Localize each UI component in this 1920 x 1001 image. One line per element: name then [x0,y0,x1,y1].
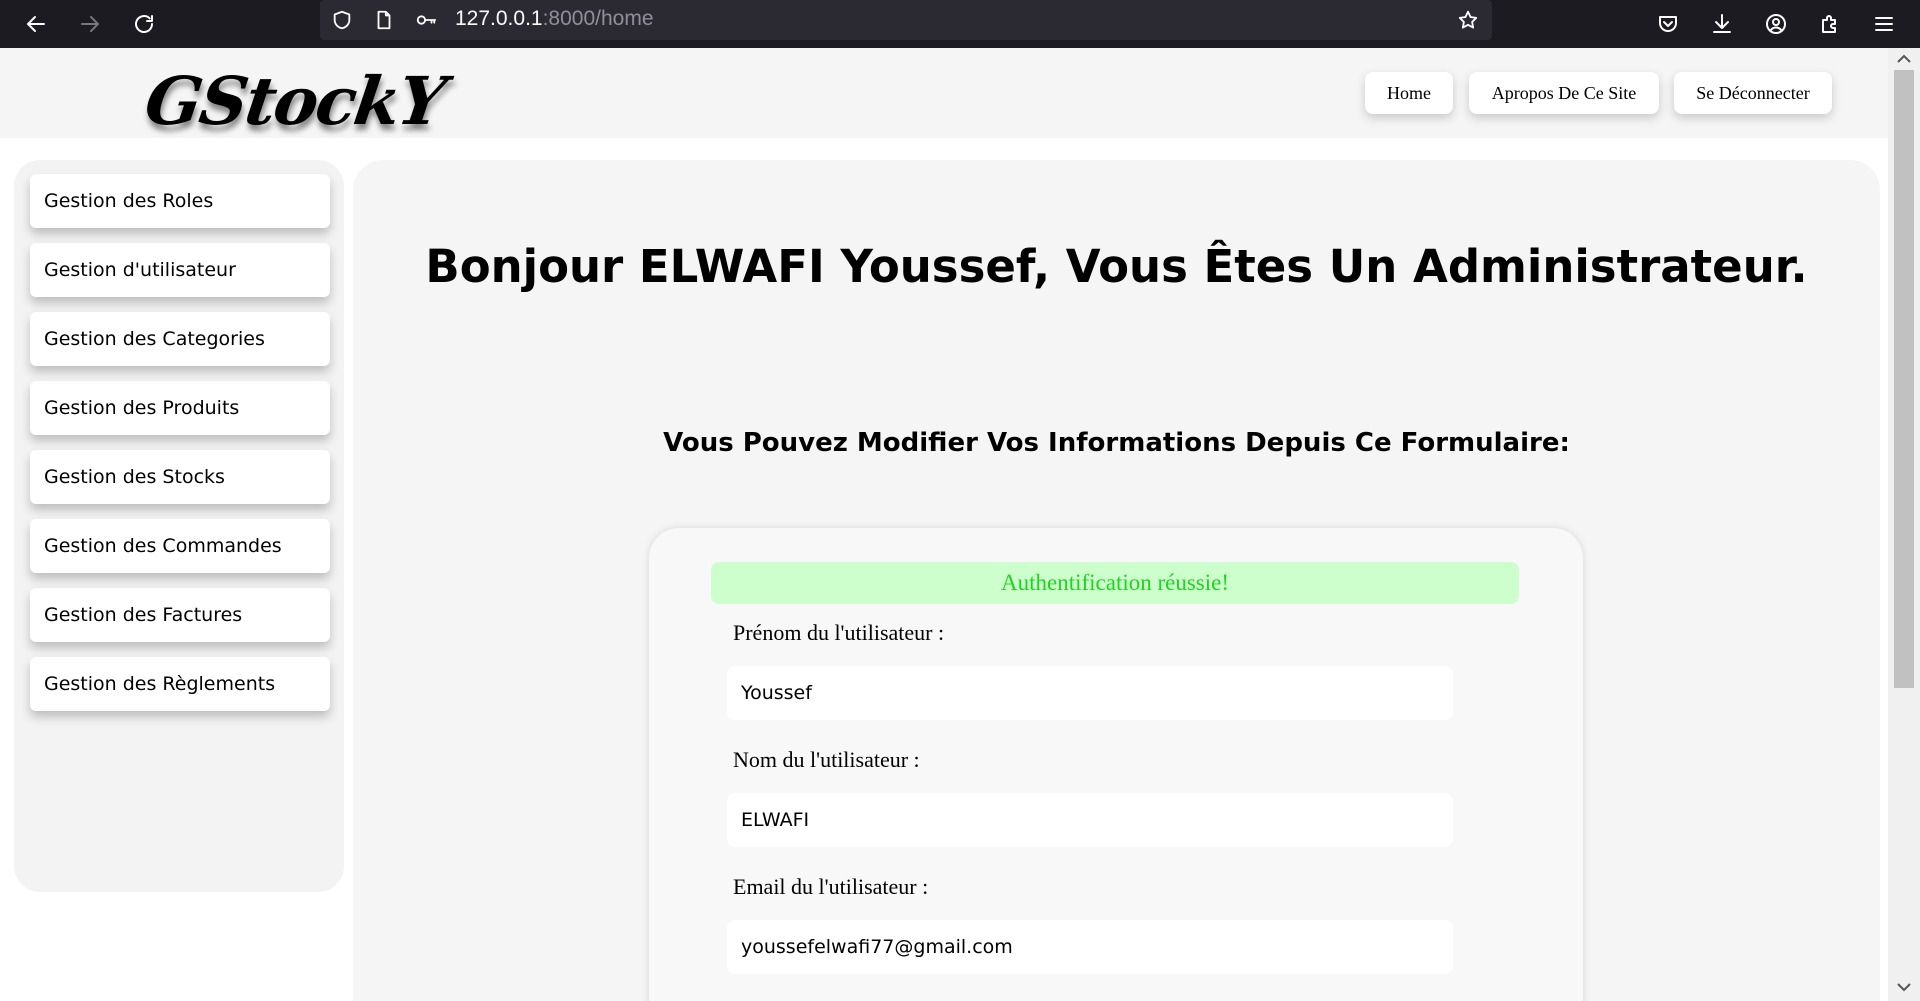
sidebar-item-invoices[interactable]: Gestion des Factures [30,588,330,642]
scroll-down-icon[interactable] [1896,980,1912,994]
download-icon[interactable] [1702,4,1742,44]
url-bar[interactable]: 127.0.0.1:8000/home [320,0,1492,40]
sidebar-item-roles[interactable]: Gestion des Roles [30,174,330,228]
page-subtitle: Vous Pouvez Modifier Vos Informations De… [663,428,1570,458]
sidebar-item-categories[interactable]: Gestion des Categories [30,312,330,366]
star-icon[interactable] [1454,6,1482,34]
shield-icon[interactable] [328,6,356,34]
first-name-label: Prénom du l'utilisateur : [733,620,945,645]
key-icon[interactable] [412,6,440,34]
sidebar-item-products[interactable]: Gestion des Produits [30,381,330,435]
email-label: Email du l'utilisateur : [733,874,929,899]
reload-icon[interactable] [124,4,164,44]
last-name-label: Nom du l'utilisateur : [733,747,920,772]
menu-icon[interactable] [1864,4,1904,44]
extensions-icon[interactable] [1810,4,1850,44]
url-text[interactable]: 127.0.0.1:8000/home [455,7,654,31]
url-host: 127.0.0.1 [455,7,543,30]
sidebar-item-orders[interactable]: Gestion des Commandes [30,519,330,573]
home-button[interactable]: Home [1365,72,1453,114]
page-title: Bonjour ELWAFI Youssef, Vous Êtes Un Adm… [425,240,1808,293]
main-panel: Bonjour ELWAFI Youssef, Vous Êtes Un Adm… [353,160,1880,1001]
first-name-input[interactable] [727,666,1453,720]
sidebar: Gestion des Roles Gestion d'utilisateur … [14,160,344,892]
scroll-thumb[interactable] [1894,70,1914,688]
sidebar-item-payments[interactable]: Gestion des Règlements [30,657,330,711]
site-header: GStockY Home Apropos De Ce Site Se Décon… [0,48,1888,140]
back-arrow-icon[interactable] [16,4,56,44]
account-icon[interactable] [1756,4,1796,44]
url-path: :8000/home [542,7,654,30]
scroll-up-icon[interactable] [1896,52,1912,66]
sidebar-item-stocks[interactable]: Gestion des Stocks [30,450,330,504]
browser-toolbar: 127.0.0.1:8000/home [0,0,1920,48]
sidebar-item-users[interactable]: Gestion d'utilisateur [30,243,330,297]
logout-button[interactable]: Se Déconnecter [1674,72,1832,114]
forward-arrow-icon[interactable] [70,4,110,44]
success-alert: Authentification réussie! [711,562,1519,604]
page-scrollbar[interactable] [1888,48,1920,1001]
site-logo[interactable]: GStockY [141,62,450,140]
pocket-icon[interactable] [1648,4,1688,44]
last-name-input[interactable] [727,793,1453,847]
profile-form: Authentification réussie! Prénom du l'ut… [649,528,1583,1001]
about-button[interactable]: Apropos De Ce Site [1469,72,1659,114]
email-input[interactable] [727,920,1453,974]
page-icon[interactable] [370,6,398,34]
